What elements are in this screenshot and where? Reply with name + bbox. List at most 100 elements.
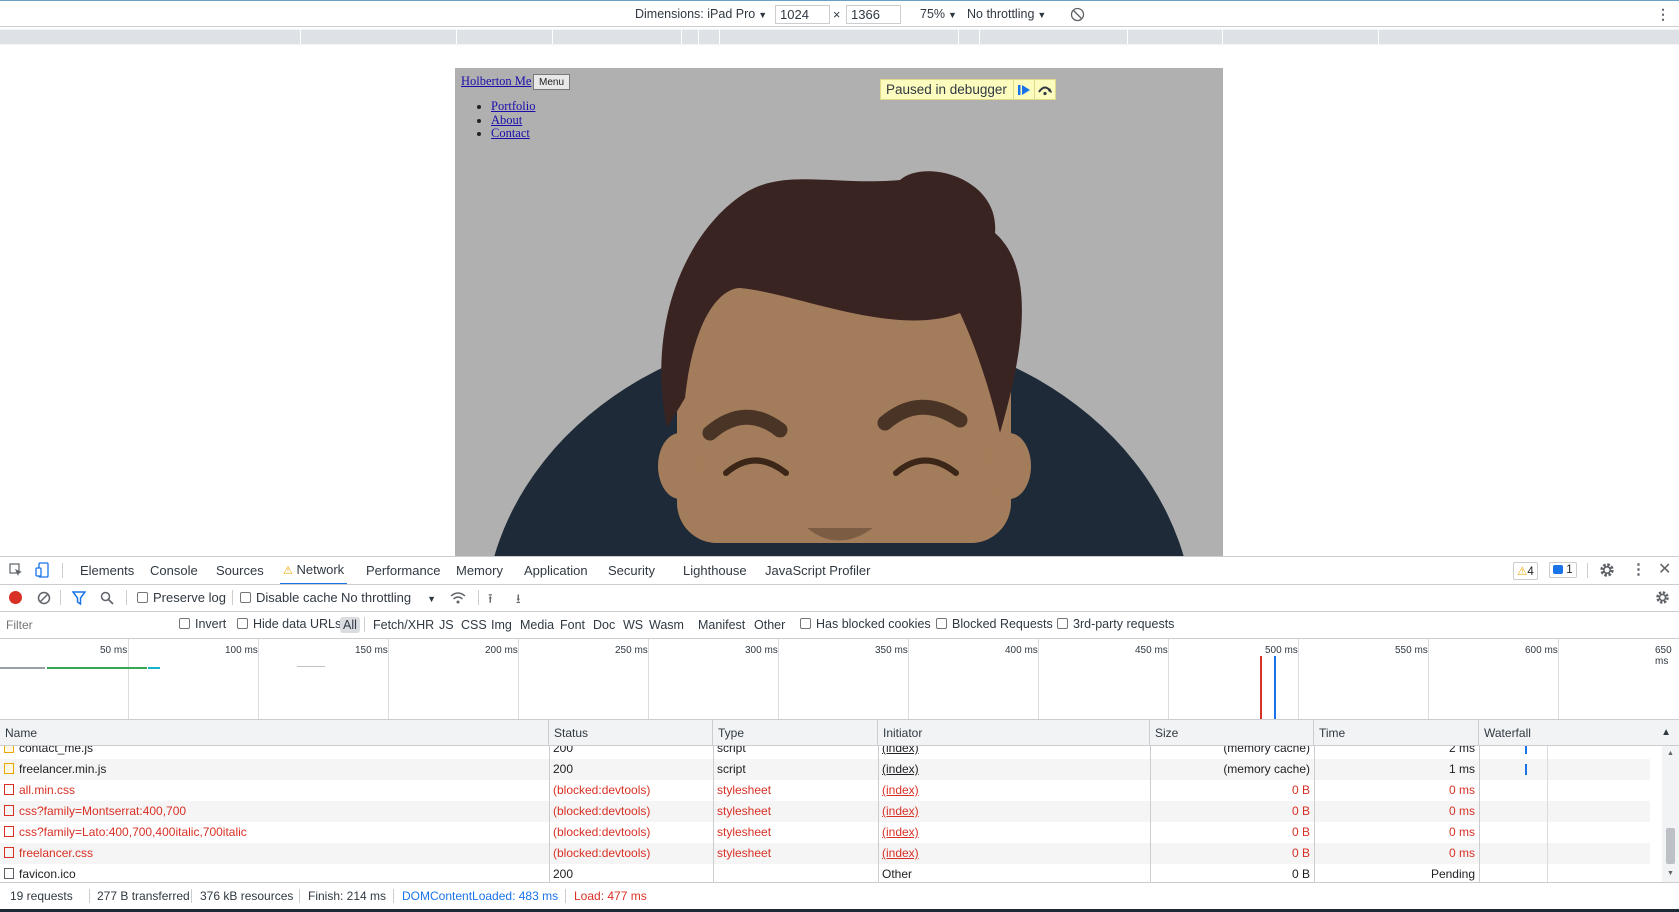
table-row[interactable]: favicon.ico 200 Other 0 B Pending	[0, 864, 1650, 882]
search-icon[interactable]	[100, 591, 114, 608]
device-throttling-dropdown[interactable]: No throttling ▼	[967, 7, 1046, 21]
type-filter-font[interactable]: Font	[557, 617, 588, 633]
type-filter-css[interactable]: CSS	[458, 617, 490, 633]
tab-sources[interactable]: Sources	[216, 563, 264, 578]
type-filter-ws[interactable]: WS	[620, 617, 646, 633]
media-query-segment[interactable]	[720, 30, 959, 44]
media-query-segment[interactable]	[0, 30, 301, 44]
table-row[interactable]: contact_me.js 200 script (index) (memory cac…	[0, 746, 1650, 759]
network-throttling-select[interactable]: No throttling ▼	[341, 590, 436, 605]
step-over-icon[interactable]	[1033, 79, 1055, 100]
column-header-status[interactable]: Status	[549, 720, 713, 746]
media-query-segment[interactable]	[1223, 30, 1379, 44]
media-query-segment[interactable]	[301, 30, 457, 44]
nav-link-about[interactable]: About	[491, 113, 522, 127]
media-query-segment[interactable]	[457, 30, 553, 44]
inspect-element-icon[interactable]	[9, 563, 23, 580]
scroll-down-arrow-icon[interactable]: ▼	[1667, 870, 1674, 877]
type-filter-other[interactable]: Other	[751, 617, 788, 633]
column-header-type[interactable]: Type	[713, 720, 878, 746]
invert-checkbox[interactable]: Invert	[179, 617, 226, 631]
preserve-log-checkbox[interactable]: Preserve log	[137, 590, 226, 605]
network-settings-gear-icon[interactable]	[1655, 590, 1670, 608]
column-header-name[interactable]: Name	[0, 720, 549, 746]
divider	[89, 889, 90, 903]
cell-initiator[interactable]: (index)	[878, 801, 1150, 822]
filter-input[interactable]	[2, 615, 172, 634]
blocked-requests-checkbox[interactable]: Blocked Requests	[936, 617, 1053, 631]
column-header-size[interactable]: Size	[1150, 720, 1314, 746]
type-filter-js[interactable]: JS	[436, 617, 457, 633]
tab-performance[interactable]: Performance	[366, 563, 440, 578]
device-dimensions-dropdown[interactable]: Dimensions: iPad Pro ▼	[635, 7, 767, 21]
zoom-dropdown[interactable]: 75% ▼	[920, 7, 957, 21]
warnings-counter[interactable]: ⚠4	[1513, 562, 1538, 580]
media-query-segment[interactable]	[699, 30, 720, 44]
tab-console[interactable]: Console	[150, 563, 198, 578]
messages-counter[interactable]: 1	[1549, 562, 1577, 578]
type-filter-manifest[interactable]: Manifest	[695, 617, 748, 633]
device-width-input[interactable]	[775, 5, 830, 24]
cell-initiator[interactable]: (index)	[878, 746, 1150, 759]
type-filter-img[interactable]: Img	[488, 617, 515, 633]
device-height-input[interactable]	[846, 5, 901, 24]
nav-link-portfolio[interactable]: Portfolio	[491, 99, 535, 113]
type-filter-doc[interactable]: Doc	[590, 617, 618, 633]
cell-initiator[interactable]: (index)	[878, 780, 1150, 801]
table-row[interactable]: freelancer.css (blocked:devtools) styleshe…	[0, 843, 1650, 864]
scrollbar-thumb[interactable]	[1666, 828, 1675, 864]
table-row[interactable]: freelancer.min.js 200 script (index) (memory…	[0, 759, 1650, 780]
menu-button[interactable]: Menu	[533, 74, 571, 90]
more-options-icon[interactable]: ⋮	[1656, 6, 1670, 23]
hide-data-urls-checkbox[interactable]: Hide data URLs	[237, 617, 341, 631]
media-query-segment[interactable]	[1128, 30, 1223, 44]
media-query-segment[interactable]	[980, 30, 1128, 44]
type-filter-fetch-xhr[interactable]: Fetch/XHR	[370, 617, 437, 633]
type-filter-wasm[interactable]: Wasm	[646, 617, 687, 633]
filter-icon[interactable]	[71, 591, 87, 608]
table-row[interactable]: all.min.css (blocked:devtools) stylesheet (…	[0, 780, 1650, 801]
cell-initiator[interactable]: (index)	[878, 759, 1150, 780]
type-filter-media[interactable]: Media	[517, 617, 557, 633]
resume-icon[interactable]	[1012, 79, 1034, 100]
table-row[interactable]: css?family=Montserrat:400,700 (blocked:de…	[0, 801, 1650, 822]
tab-application[interactable]: Application	[524, 563, 588, 578]
blocked-file-icon	[4, 805, 14, 816]
cell-initiator[interactable]: (index)	[878, 843, 1150, 864]
tab-memory[interactable]: Memory	[456, 563, 503, 578]
tab-security[interactable]: Security	[608, 563, 655, 578]
customize-menu-icon[interactable]: ⋮	[1631, 560, 1646, 578]
tab-network[interactable]: ⚠ Network	[280, 562, 348, 585]
tab-javascript-profiler[interactable]: JavaScript Profiler	[765, 563, 870, 578]
settings-gear-icon[interactable]	[1599, 562, 1615, 581]
network-overview-timeline[interactable]: 50 ms 100 ms 150 ms 200 ms 250 ms 300 ms…	[0, 639, 1679, 719]
size-text: 0 B	[1291, 846, 1310, 860]
third-party-checkbox[interactable]: 3rd-party requests	[1057, 617, 1174, 631]
media-query-segment[interactable]	[959, 30, 980, 44]
column-header-time[interactable]: Time	[1314, 720, 1479, 746]
scroll-up-arrow-icon[interactable]: ▲	[1667, 750, 1674, 757]
disable-cache-checkbox[interactable]: Disable cache	[240, 590, 338, 605]
record-icon[interactable]	[9, 591, 22, 604]
table-row[interactable]: css?family=Lato:400,700,400italic,700ita…	[0, 822, 1650, 843]
has-blocked-cookies-checkbox[interactable]: Has blocked cookies	[800, 617, 931, 631]
column-header-initiator[interactable]: Initiator	[878, 720, 1150, 746]
table-scrollbar[interactable]: ▲ ▼	[1662, 746, 1679, 882]
media-query-segment[interactable]	[1379, 30, 1679, 44]
tab-elements[interactable]: Elements	[80, 563, 134, 578]
column-header-waterfall[interactable]: Waterfall ▲	[1479, 720, 1679, 746]
export-har-icon[interactable]: ⭳	[516, 590, 521, 612]
close-icon[interactable]: ✕	[1658, 559, 1671, 579]
media-query-segment[interactable]	[682, 30, 699, 44]
clear-icon[interactable]	[37, 591, 51, 608]
network-conditions-icon[interactable]	[450, 591, 466, 608]
rotate-icon[interactable]	[1070, 7, 1085, 25]
media-query-segment[interactable]	[553, 30, 682, 44]
cell-initiator[interactable]: (index)	[878, 822, 1150, 843]
tab-lighthouse[interactable]: Lighthouse	[683, 563, 747, 578]
nav-link-contact[interactable]: Contact	[491, 126, 530, 140]
import-har-icon[interactable]: ⭱	[488, 590, 493, 612]
device-toggle-icon[interactable]	[35, 562, 49, 581]
type-filter-all[interactable]: All	[340, 617, 360, 633]
site-brand-link[interactable]: Holberton Me	[461, 74, 531, 89]
